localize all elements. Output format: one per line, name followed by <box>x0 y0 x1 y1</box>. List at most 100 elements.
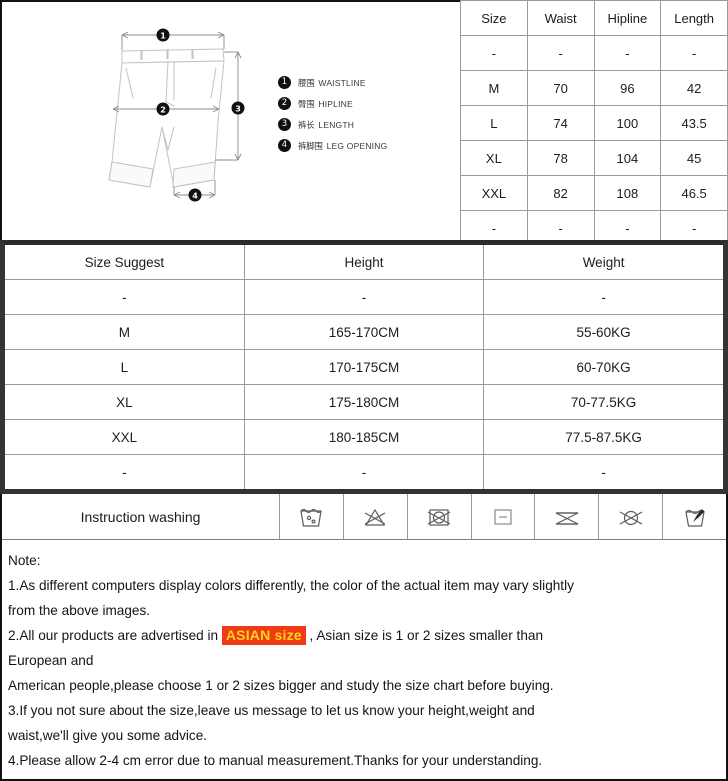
note-line-2d: American people,please choose 1 or 2 siz… <box>8 678 554 693</box>
svg-text:1: 1 <box>160 32 166 41</box>
cell-size: XL <box>5 384 245 420</box>
svg-text:4: 4 <box>192 192 198 201</box>
cell-weight: 70-77.5KG <box>483 384 723 420</box>
cell-weight: - <box>483 279 723 315</box>
do-not-tumble-dry-icon <box>408 494 472 539</box>
legend-label-en: LEG OPENING <box>326 140 388 151</box>
dry-flat-icon <box>472 494 536 539</box>
size-chart-page: 1 2 3 4 1 腰围 WAISTLINE 2 臀围 HIPLINE 3 裤长… <box>0 0 728 781</box>
table-row: - - - <box>5 454 723 489</box>
cell-size: XL <box>460 140 528 176</box>
garment-diagram-panel: 1 2 3 4 1 腰围 WAISTLINE 2 臀围 HIPLINE 3 裤长… <box>0 0 460 240</box>
table-header-row: Size Suggest Height Weight <box>5 245 723 280</box>
legend-label-cn: 腰围 <box>298 78 315 89</box>
legend-marker-4-icon: 4 <box>278 139 291 152</box>
cell-length: 46.5 <box>660 175 728 211</box>
legend-item-hipline: 2 臀围 HIPLINE <box>278 93 458 114</box>
cell-size: M <box>460 70 528 106</box>
note-line-1b: from the above images. <box>8 603 151 618</box>
cell-waist: - <box>526 35 595 71</box>
cell-hipline: 104 <box>593 140 662 176</box>
cell-hipline: 108 <box>593 175 662 211</box>
legend-label-cn: 裤脚围 <box>298 141 323 152</box>
note-line-1a: 1.As different computers display colors … <box>8 578 574 593</box>
legend-label-en: HIPLINE <box>318 98 353 109</box>
cell-weight: 55-60KG <box>483 314 723 350</box>
do-not-dry-clean-icon <box>599 494 664 539</box>
do-not-iron-icon <box>535 494 600 539</box>
legend-item-leg-opening: 4 裤脚围 LEG OPENING <box>278 135 458 156</box>
machine-wash-icon <box>280 494 344 539</box>
note-line-2b: , Asian size is 1 or 2 sizes smaller tha… <box>305 628 543 643</box>
note-line-4: 4.Please allow 2-4 cm error due to manua… <box>8 753 543 768</box>
table-row: L 74 100 43.5 <box>460 105 728 141</box>
cell-size: XXL <box>460 175 528 211</box>
wash-instruction-panel: Instruction washing <box>0 494 728 540</box>
cell-waist: 78 <box>526 140 595 176</box>
legend-item-length: 3 裤长 LENGTH <box>278 114 458 135</box>
cell-length: - <box>660 35 728 71</box>
cell-size: - <box>5 454 245 489</box>
table-row: XXL 82 108 46.5 <box>460 175 728 211</box>
column-header-height: Height <box>243 245 484 280</box>
cell-weight: 60-70KG <box>483 349 723 385</box>
cell-height: - <box>243 454 484 489</box>
legend-label-cn: 裤长 <box>298 120 315 131</box>
column-header-weight: Weight <box>483 245 723 280</box>
legend-label-en: LENGTH <box>318 119 355 130</box>
table-row: M 70 96 42 <box>460 70 728 106</box>
column-header-size-suggest: Size Suggest <box>5 245 245 280</box>
cell-length: 42 <box>660 70 728 106</box>
size-suggest-panel: Size Suggest Height Weight - - - M 165-1… <box>0 240 728 494</box>
cell-size: - <box>460 35 528 71</box>
measurement-legend: 1 腰围 WAISTLINE 2 臀围 HIPLINE 3 裤长 LENGTH … <box>278 72 458 156</box>
size-suggest-table: Size Suggest Height Weight - - - M 165-1… <box>5 245 723 489</box>
table-row: M 165-170CM 55-60KG <box>5 314 723 350</box>
cell-size: L <box>460 105 528 141</box>
legend-label-en: WAISTLINE <box>318 77 366 88</box>
cell-size: XXL <box>5 419 245 455</box>
cell-height: 170-175CM <box>243 349 484 385</box>
cell-height: 175-180CM <box>243 384 484 420</box>
column-header-length: Length <box>660 0 728 36</box>
cell-waist: 74 <box>526 105 595 141</box>
cell-length: 43.5 <box>660 105 728 141</box>
table-row: XXL 180-185CM 77.5-87.5KG <box>5 419 723 455</box>
cell-weight: 77.5-87.5KG <box>483 419 723 455</box>
top-section: 1 2 3 4 1 腰围 WAISTLINE 2 臀围 HIPLINE 3 裤长… <box>0 0 728 246</box>
table-row: XL 78 104 45 <box>460 140 728 176</box>
legend-item-waistline: 1 腰围 WAISTLINE <box>278 72 458 93</box>
note-line-3a: 3.If you not sure about the size,leave u… <box>8 703 535 718</box>
cell-hipline: 96 <box>593 70 662 106</box>
cell-waist: 70 <box>526 70 595 106</box>
note-title: Note: <box>8 553 41 568</box>
legend-marker-3-icon: 3 <box>278 118 291 131</box>
wash-instruction-row: Instruction washing <box>2 494 726 540</box>
cell-height: 180-185CM <box>243 419 484 455</box>
cell-size: L <box>5 349 245 385</box>
instruction-washing-label: Instruction washing <box>2 494 280 539</box>
note-line-2a: 2.All our products are advertised in <box>8 628 222 643</box>
column-header-waist: Waist <box>526 0 595 36</box>
cell-size: M <box>5 314 245 350</box>
table-row: XL 175-180CM 70-77.5KG <box>5 384 723 420</box>
note-line-3b: waist,we'll give you some advice. <box>8 728 208 743</box>
note-line-2c: European and <box>8 653 94 668</box>
do-not-bleach-icon <box>344 494 408 539</box>
cell-height: 165-170CM <box>243 314 484 350</box>
legend-marker-2-icon: 2 <box>278 97 291 110</box>
asian-size-highlight: ASIAN size <box>221 626 306 645</box>
column-header-hipline: Hipline <box>593 0 662 36</box>
hand-wash-icon <box>663 494 726 539</box>
table-row: - - - - <box>460 35 728 71</box>
cell-size: - <box>5 279 245 315</box>
table-header-row: Size Waist Hipline Length <box>460 0 728 36</box>
table-row: - - - <box>5 279 723 315</box>
note-line-2: 2.All our products are advertised in ASI… <box>8 623 720 648</box>
legend-marker-1-icon: 1 <box>278 76 291 89</box>
cell-hipline: - <box>593 35 662 71</box>
notes-panel: Note: 1.As different computers display c… <box>0 540 728 781</box>
cell-waist: 82 <box>526 175 595 211</box>
cell-height: - <box>243 279 484 315</box>
table-row: L 170-175CM 60-70KG <box>5 349 723 385</box>
